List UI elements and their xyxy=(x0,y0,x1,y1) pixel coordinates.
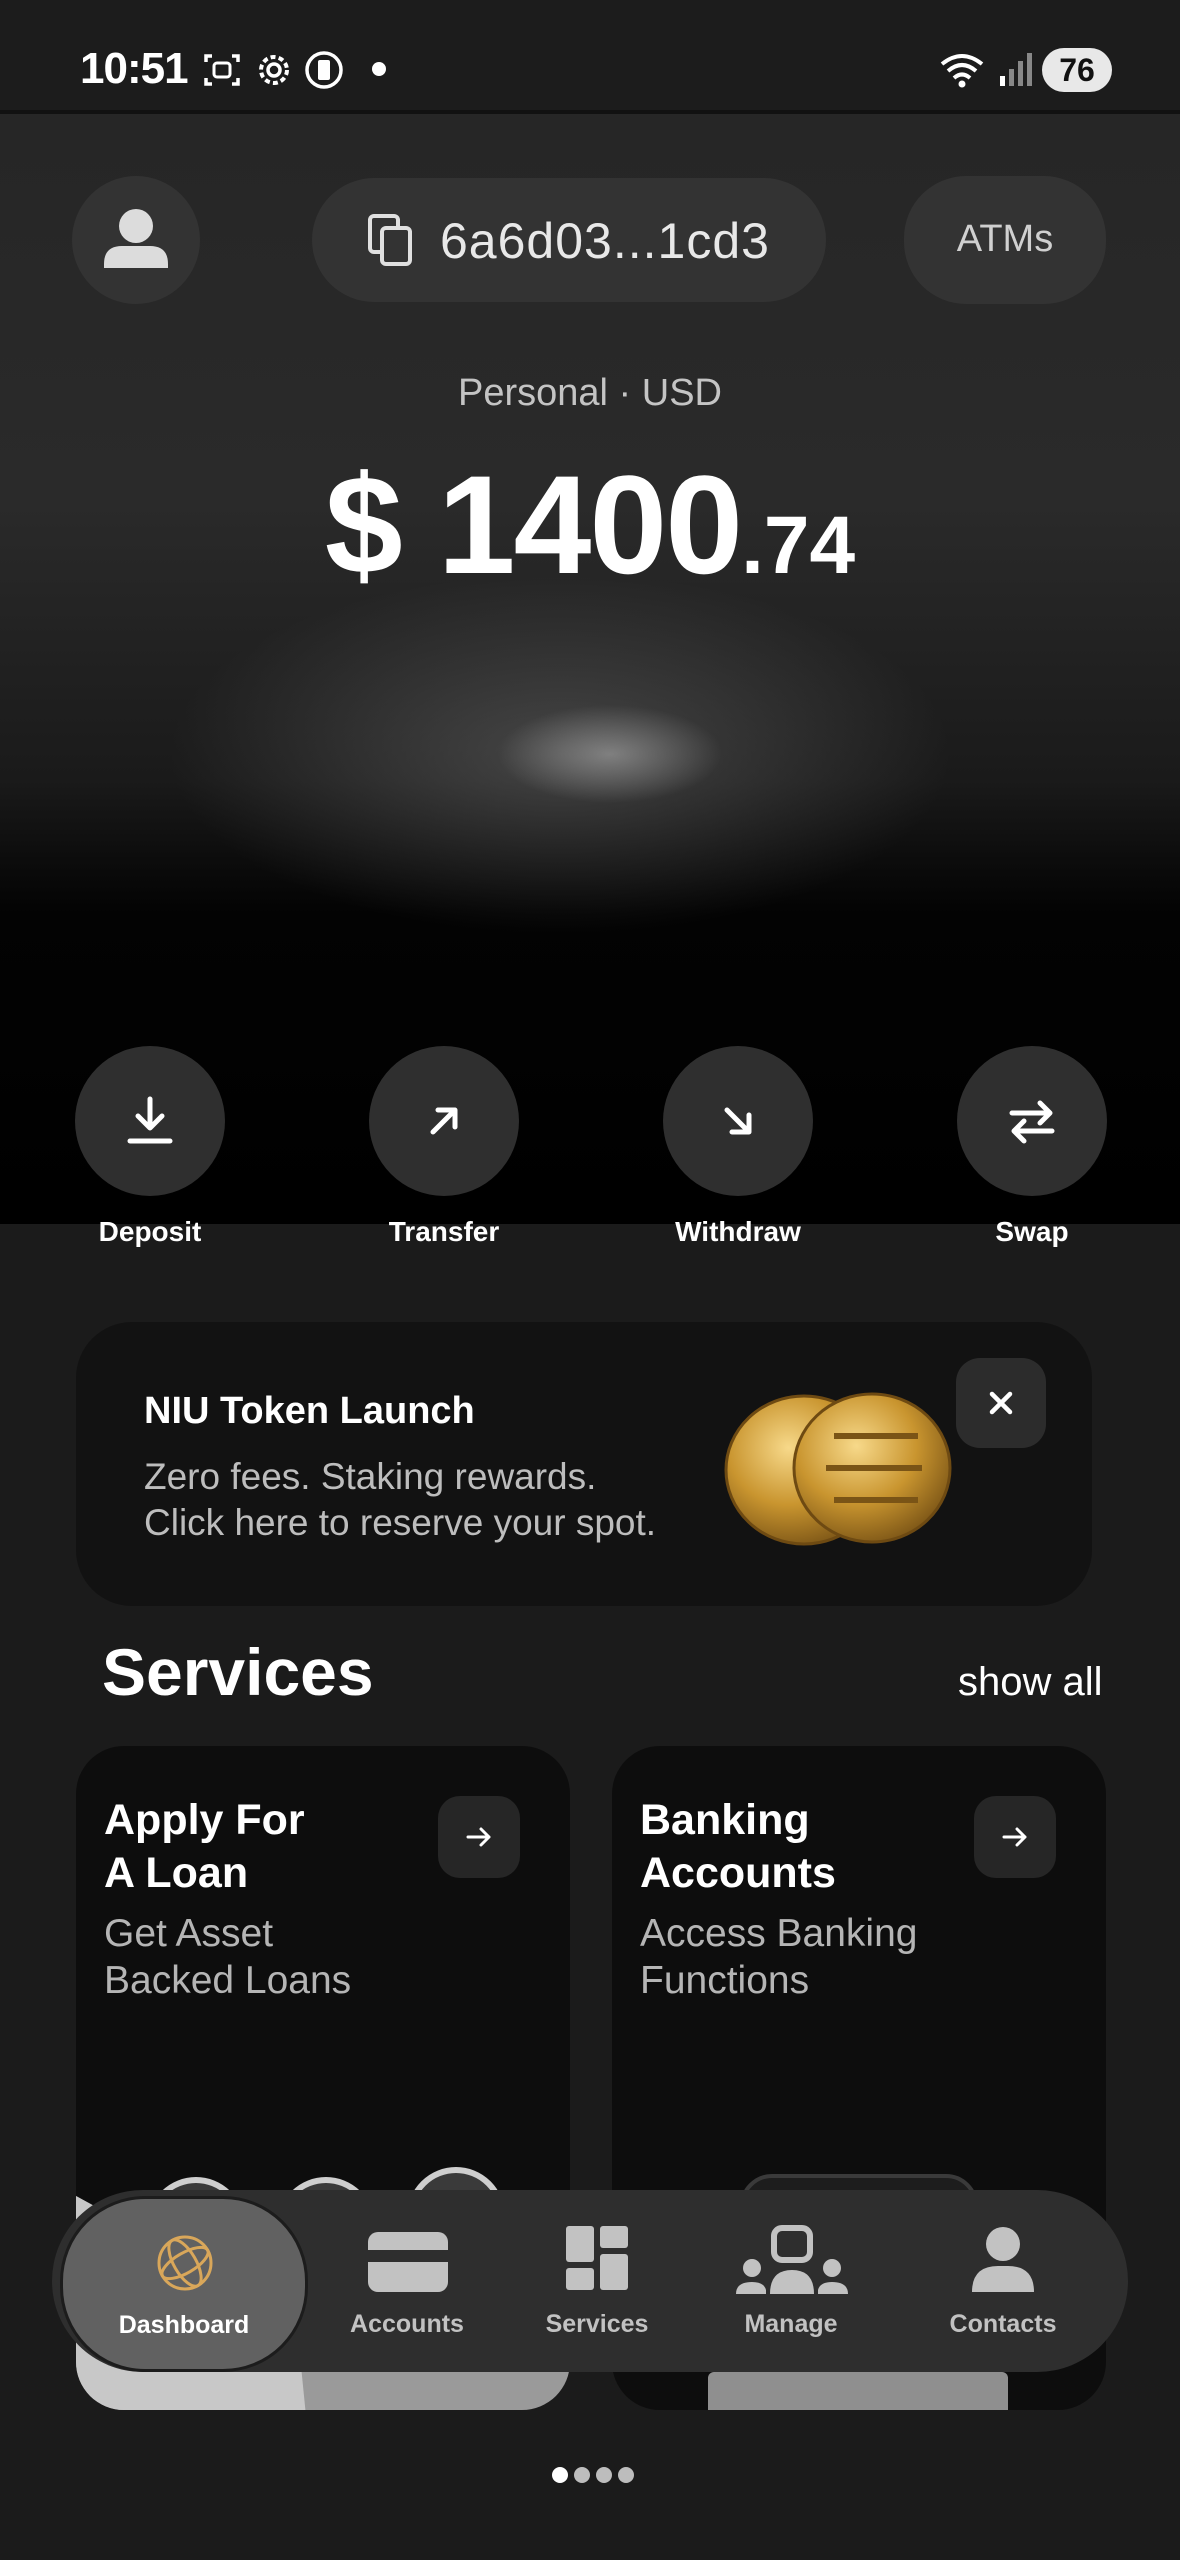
title-line: Apply For xyxy=(104,1796,305,1844)
status-time: 10:51 xyxy=(80,44,189,93)
title-line: Banking xyxy=(640,1796,810,1844)
page-dot xyxy=(552,2467,568,2483)
atms-label: ATMs xyxy=(956,218,1054,260)
service-card-description: Access Banking Functions xyxy=(640,1910,1020,2004)
nav-item-contacts[interactable]: Contacts xyxy=(918,2190,1088,2372)
show-all-link[interactable]: show all xyxy=(958,1660,1103,1705)
wallet-address-button[interactable]: 6a6d03...1cd3 xyxy=(312,178,826,302)
desc-line: Backed Loans xyxy=(104,1959,352,2002)
globe-icon xyxy=(157,2235,213,2291)
service-card-title: Apply For A Loan xyxy=(104,1794,444,1900)
account-type-label: Personal · USD xyxy=(458,372,722,414)
bottom-navigation: Dashboard Accounts Services Manage Conta… xyxy=(52,2190,1128,2372)
withdraw-label: Withdraw xyxy=(675,1216,801,1247)
battery-indicator: 76 xyxy=(1042,48,1112,92)
battery-saver-icon xyxy=(305,51,343,89)
cell-signal-icon xyxy=(1000,53,1032,86)
nav-label: Manage xyxy=(744,2310,838,2338)
page-dot xyxy=(574,2467,590,2483)
balance-amount: $ 1400.74 xyxy=(0,444,1180,606)
person-icon xyxy=(104,209,168,268)
nav-label: Services xyxy=(545,2310,649,2338)
loan-arrow-button[interactable] xyxy=(438,1796,520,1878)
notification-dot xyxy=(372,62,386,76)
title-line: Accounts xyxy=(640,1849,836,1897)
settings-gear-icon xyxy=(259,55,289,85)
balance-whole: 1400 xyxy=(437,446,743,603)
services-heading: Services xyxy=(102,1635,374,1709)
profile-button[interactable] xyxy=(72,176,200,304)
banking-arrow-button[interactable] xyxy=(974,1796,1056,1878)
deposit-button[interactable]: Deposit xyxy=(40,1046,260,1248)
promo-banner[interactable]: NIU Token Launch Zero fees. Staking rewa… xyxy=(76,1322,1092,1606)
arrow-up-right-icon xyxy=(430,1107,458,1135)
card-icon xyxy=(368,2232,448,2292)
deposit-circle[interactable] xyxy=(75,1046,225,1196)
nav-label: Dashboard xyxy=(118,2311,250,2339)
service-card-title: Banking Accounts xyxy=(640,1794,980,1900)
arrow-right-icon xyxy=(1002,1827,1027,1847)
wallet-address: 6a6d03...1cd3 xyxy=(440,213,770,269)
deposit-label: Deposit xyxy=(98,1216,202,1247)
title-line: A Loan xyxy=(104,1849,249,1897)
nav-item-accounts[interactable]: Accounts xyxy=(322,2190,492,2372)
page-dot xyxy=(596,2467,612,2483)
nav-label: Contacts xyxy=(949,2310,1057,2338)
app-screen: 10:51 76 6a6d03...1cd3 ATMs Personal · U… xyxy=(0,0,1180,2560)
screen-record-icon xyxy=(204,54,240,86)
team-icon xyxy=(736,2225,848,2294)
swap-circle[interactable] xyxy=(957,1046,1107,1196)
promo-text-line1: Zero fees. Staking rewards. xyxy=(144,1456,597,1497)
hero-section: 6a6d03...1cd3 ATMs Personal · USD $ 1400… xyxy=(0,114,1180,1247)
swap-button[interactable]: Swap xyxy=(922,1046,1142,1248)
nav-item-manage[interactable]: Manage xyxy=(706,2190,876,2372)
swap-icon xyxy=(1009,1100,1055,1144)
currency-symbol: $ xyxy=(324,446,403,603)
withdraw-circle[interactable] xyxy=(663,1046,813,1196)
arrow-right-icon xyxy=(466,1827,491,1847)
arrow-down-right-icon xyxy=(724,1107,752,1135)
promo-close-button[interactable] xyxy=(956,1358,1046,1448)
service-card-description: Get Asset Backed Loans xyxy=(104,1910,484,2004)
page-indicator xyxy=(552,2467,634,2487)
transfer-label: Transfer xyxy=(388,1216,500,1247)
token-coins-icon xyxy=(724,1392,952,1546)
balance-cents: .74 xyxy=(741,500,856,591)
desc-line: Access Banking xyxy=(640,1912,918,1955)
transfer-circle[interactable] xyxy=(369,1046,519,1196)
nav-item-services[interactable]: Services xyxy=(512,2190,682,2372)
promo-title: NIU Token Launch xyxy=(144,1390,475,1432)
page-dot xyxy=(618,2467,634,2483)
grid-icon xyxy=(566,2226,628,2290)
promo-text-line2: Click here to reserve your spot. xyxy=(144,1502,657,1543)
copy-icon xyxy=(368,214,412,266)
nav-item-dashboard[interactable]: Dashboard xyxy=(60,2196,308,2372)
person-icon xyxy=(972,2227,1034,2292)
swap-label: Swap xyxy=(995,1216,1069,1247)
deposit-icon xyxy=(127,1096,173,1144)
atms-button[interactable]: ATMs xyxy=(904,176,1106,304)
status-bar: 10:51 76 xyxy=(0,0,1180,114)
desc-line: Get Asset xyxy=(104,1912,274,1955)
transfer-button[interactable]: Transfer xyxy=(334,1046,554,1248)
nav-label: Accounts xyxy=(350,2310,464,2338)
close-icon xyxy=(989,1391,1013,1415)
wifi-icon xyxy=(940,54,984,88)
desc-line: Functions xyxy=(640,1959,810,2002)
withdraw-button[interactable]: Withdraw xyxy=(628,1046,848,1248)
